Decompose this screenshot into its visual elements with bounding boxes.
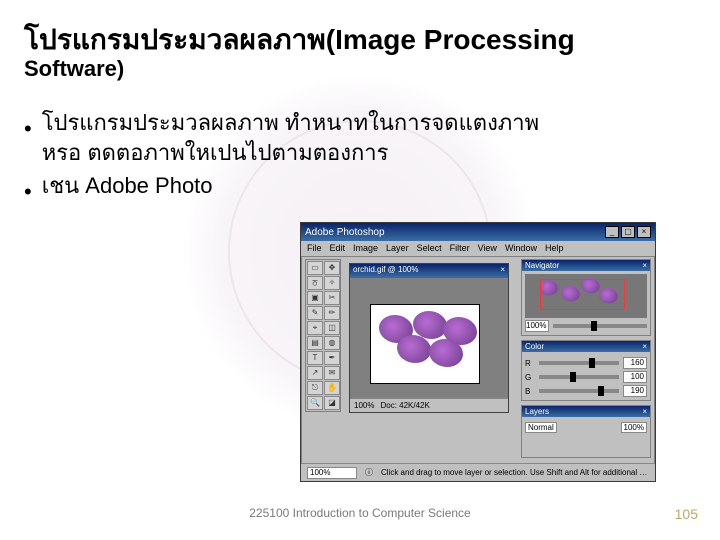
r-slider[interactable] bbox=[539, 361, 619, 365]
layers-palette: Layers × Normal 100% bbox=[521, 405, 651, 458]
eyedropper-tool-icon[interactable]: ⎋ bbox=[307, 381, 323, 395]
doc-size: Doc: 42K/42K bbox=[380, 401, 429, 410]
lasso-tool-icon[interactable]: ਠ bbox=[307, 276, 323, 290]
path-tool-icon[interactable]: ↗ bbox=[307, 366, 323, 380]
b-value[interactable]: 190 bbox=[623, 385, 647, 397]
doc-close-icon[interactable]: × bbox=[500, 265, 505, 277]
blend-mode[interactable]: Normal bbox=[525, 422, 557, 433]
notes-tool-icon[interactable]: ✉ bbox=[324, 366, 340, 380]
app-title: Adobe Photoshop bbox=[305, 227, 385, 238]
g-value[interactable]: 100 bbox=[623, 371, 647, 383]
bullet-text: เชน Adobe Photo bbox=[42, 171, 213, 207]
image-content bbox=[370, 304, 480, 384]
fgbg-swatch-icon[interactable]: ◪ bbox=[324, 396, 340, 410]
menu-item[interactable]: Select bbox=[417, 243, 442, 254]
menu-item[interactable]: Edit bbox=[330, 243, 346, 254]
slide-page-number: 105 bbox=[675, 506, 698, 522]
canvas-area[interactable] bbox=[350, 278, 508, 398]
channel-g-label: G bbox=[525, 373, 535, 382]
app-titlebar: Adobe Photoshop _ ▢ × bbox=[301, 223, 655, 241]
bullet-item: • โปรแกรมประมวลผลภาพ ทำหนาทในการจดแตงภาพ… bbox=[24, 108, 584, 167]
document-window: orchid.gif @ 100% × 100% Doc: 42K/42K bbox=[349, 263, 509, 413]
layers-label: Layers bbox=[525, 407, 549, 416]
crop-tool-icon[interactable]: ▣ bbox=[307, 291, 323, 305]
text-tool-icon[interactable]: T bbox=[307, 351, 323, 365]
slide-body: • โปรแกรมประมวลผลภาพ ทำหนาทในการจดแตงภาพ… bbox=[24, 108, 584, 211]
palette-close-icon[interactable]: × bbox=[642, 407, 647, 416]
g-slider[interactable] bbox=[539, 375, 619, 379]
opacity-value[interactable]: 100% bbox=[621, 422, 647, 433]
app-menubar: File Edit Image Layer Select Filter View… bbox=[301, 241, 655, 257]
wand-tool-icon[interactable]: ✧ bbox=[324, 276, 340, 290]
marquee-tool-icon[interactable]: ▭ bbox=[307, 261, 323, 275]
app-statusbar: 100% ⓘ Click and drag to move layer or s… bbox=[301, 463, 655, 481]
brush-tool-icon[interactable]: ✎ bbox=[307, 306, 323, 320]
gradient-tool-icon[interactable]: ▤ bbox=[307, 336, 323, 350]
bullet-dot-icon: • bbox=[24, 108, 32, 167]
menu-item[interactable]: Layer bbox=[386, 243, 409, 254]
navigator-thumbnail[interactable] bbox=[525, 274, 647, 318]
stamp-tool-icon[interactable]: ⌖ bbox=[307, 321, 323, 335]
bullet-item: • เชน Adobe Photo bbox=[24, 171, 584, 207]
menu-item[interactable]: Window bbox=[505, 243, 537, 254]
document-titlebar: orchid.gif @ 100% × bbox=[350, 264, 508, 278]
palette-column: Navigator × 100% Color × bbox=[521, 259, 651, 458]
photoshop-screenshot: Adobe Photoshop _ ▢ × File Edit Image La… bbox=[300, 222, 656, 482]
document-statusbar: 100% Doc: 42K/42K bbox=[350, 398, 508, 412]
navigator-zoom-slider[interactable] bbox=[553, 324, 647, 328]
statusbar-zoom[interactable]: 100% bbox=[307, 467, 357, 479]
slice-tool-icon[interactable]: ✂ bbox=[324, 291, 340, 305]
document-title: orchid.gif @ 100% bbox=[353, 265, 419, 277]
r-value[interactable]: 160 bbox=[623, 357, 647, 369]
close-icon[interactable]: × bbox=[637, 226, 651, 238]
menu-item[interactable]: Image bbox=[353, 243, 378, 254]
info-icon: ⓘ bbox=[365, 467, 373, 478]
bullet-dot-icon: • bbox=[24, 171, 32, 207]
zoom-tool-icon[interactable]: 🔍 bbox=[307, 396, 323, 410]
menu-item[interactable]: File bbox=[307, 243, 322, 254]
toolbox: ▭ ✥ ਠ ✧ ▣ ✂ ✎ ✏ ⌖ ◫ ▤ ◍ T ✒ ↗ ✉ ⎋ ✋ 🔍 ◪ bbox=[305, 259, 341, 412]
eraser-tool-icon[interactable]: ◫ bbox=[324, 321, 340, 335]
slide-footer: 225100 Introduction to Computer Science bbox=[0, 506, 720, 520]
b-slider[interactable] bbox=[539, 389, 619, 393]
channel-b-label: B bbox=[525, 387, 535, 396]
palette-close-icon[interactable]: × bbox=[642, 261, 647, 270]
color-label: Color bbox=[525, 342, 544, 351]
navigator-zoom-value: 100% bbox=[525, 320, 549, 332]
menu-item[interactable]: Filter bbox=[450, 243, 470, 254]
palette-close-icon[interactable]: × bbox=[642, 342, 647, 351]
bucket-tool-icon[interactable]: ◍ bbox=[324, 336, 340, 350]
navigator-palette: Navigator × 100% bbox=[521, 259, 651, 336]
color-palette: Color × R 160 G 100 B 190 bbox=[521, 340, 651, 401]
channel-r-label: R bbox=[525, 359, 535, 368]
bullet-text: โปรแกรมประมวลผลภาพ ทำหนาทในการจดแตงภาพ ห… bbox=[42, 108, 584, 167]
slide-subtitle: Software) bbox=[24, 56, 124, 82]
minimize-icon[interactable]: _ bbox=[605, 226, 619, 238]
statusbar-hint: Click and drag to move layer or selectio… bbox=[381, 468, 649, 477]
hand-tool-icon[interactable]: ✋ bbox=[324, 381, 340, 395]
pen-tool-icon[interactable]: ✒ bbox=[324, 351, 340, 365]
menu-item[interactable]: View bbox=[478, 243, 497, 254]
navigator-label: Navigator bbox=[525, 261, 559, 270]
menu-item[interactable]: Help bbox=[545, 243, 564, 254]
move-tool-icon[interactable]: ✥ bbox=[324, 261, 340, 275]
navigator-viewbox[interactable] bbox=[540, 279, 625, 310]
maximize-icon[interactable]: ▢ bbox=[621, 226, 635, 238]
pencil-tool-icon[interactable]: ✏ bbox=[324, 306, 340, 320]
doc-zoom: 100% bbox=[354, 401, 374, 410]
